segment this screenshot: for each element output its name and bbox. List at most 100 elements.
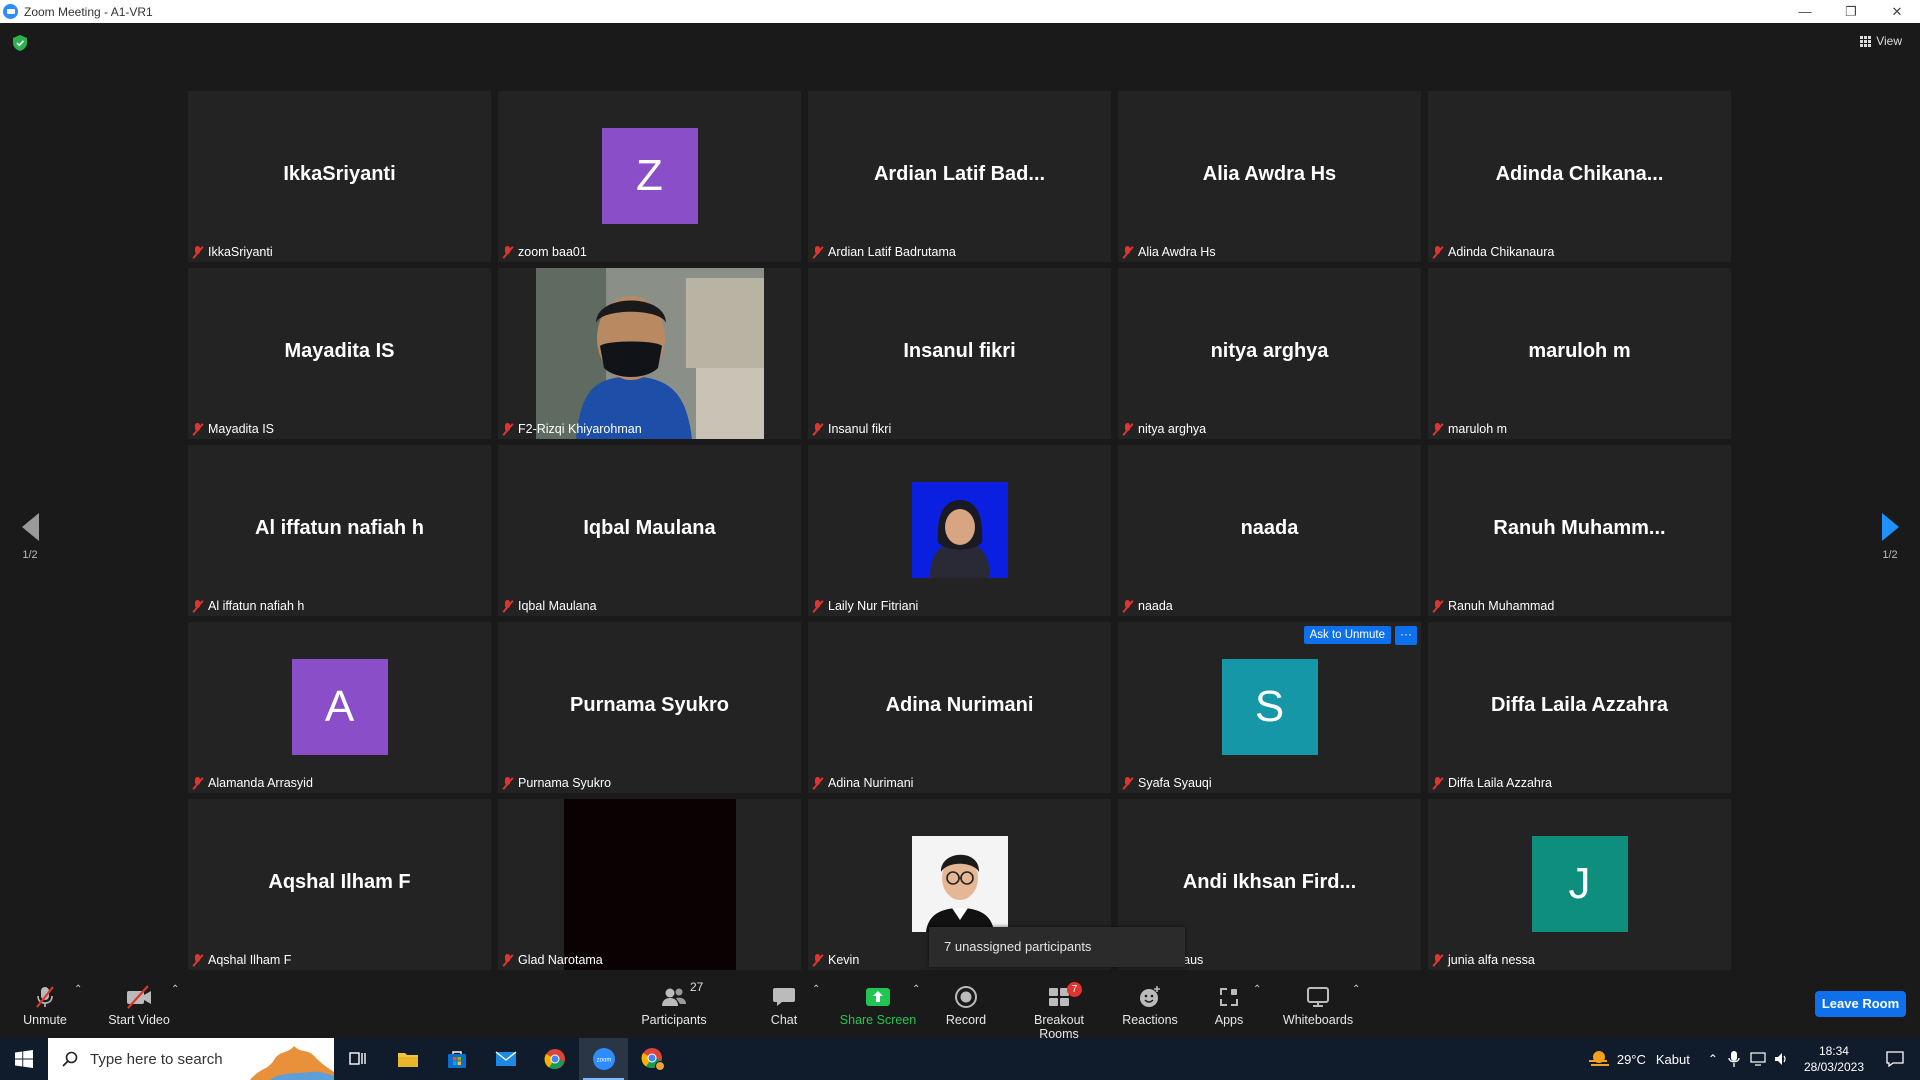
mail-button[interactable] xyxy=(481,1038,530,1080)
leave-room-button[interactable]: Leave Room xyxy=(1815,991,1906,1017)
clock[interactable]: 18:34 28/03/2023 xyxy=(1804,1043,1864,1075)
participant-tile[interactable]: Glad Narotama xyxy=(498,799,801,970)
more-options-button[interactable]: ··· xyxy=(1395,626,1417,645)
muted-mic-icon xyxy=(1122,245,1134,259)
participant-tile[interactable]: Diffa Laila Azzahra Diffa Laila Azzahra xyxy=(1428,622,1731,793)
muted-mic-icon xyxy=(812,599,824,613)
record-button[interactable]: Record xyxy=(940,982,992,1027)
share-screen-button[interactable]: Share Screen xyxy=(838,982,918,1027)
participant-display-name: Andi Ikhsan Fird... xyxy=(1182,870,1357,893)
muted-mic-icon xyxy=(502,422,514,436)
participant-tile[interactable]: F2-Rizqi Khiyarohman xyxy=(498,268,801,439)
restore-button[interactable]: ❐ xyxy=(1828,0,1874,23)
chrome-button[interactable] xyxy=(530,1038,579,1080)
apps-options-caret-icon[interactable]: ⌃ xyxy=(1253,984,1261,995)
participant-tile[interactable]: IkkaSriyanti IkkaSriyanti xyxy=(188,91,491,262)
participant-name: Ranuh Muhammad xyxy=(1448,599,1555,613)
participant-name-tag: maruloh m xyxy=(1432,420,1507,438)
participant-name-tag: F2-Rizqi Khiyarohman xyxy=(502,420,642,438)
microphone-icon[interactable] xyxy=(1728,1051,1740,1067)
participant-tile[interactable]: nitya arghya nitya arghya xyxy=(1118,268,1421,439)
show-hidden-icons-icon[interactable]: ⌃ xyxy=(1708,1052,1718,1066)
audio-options-caret-icon[interactable]: ⌃ xyxy=(74,984,82,995)
participants-icon xyxy=(662,988,686,1006)
participant-tile[interactable]: Jjunia alfa nessa xyxy=(1428,799,1731,970)
participant-tile[interactable]: Iqbal Maulana Iqbal Maulana xyxy=(498,445,801,616)
participant-tile[interactable]: maruloh m maruloh m xyxy=(1428,268,1731,439)
participant-display-name: IkkaSriyanti xyxy=(283,162,396,185)
participant-tile[interactable]: Ranuh Muhamm... Ranuh Muhammad xyxy=(1428,445,1731,616)
zoom-taskbar-button[interactable]: zoom xyxy=(579,1038,628,1080)
participant-name: Glad Narotama xyxy=(518,953,603,967)
chat-options-caret-icon[interactable]: ⌃ xyxy=(812,984,820,995)
muted-mic-icon xyxy=(192,422,204,436)
reactions-button[interactable]: Reactions xyxy=(1122,982,1178,1027)
unmute-button[interactable]: Unmute xyxy=(20,982,70,1027)
record-icon xyxy=(955,986,977,1008)
participant-name: Ardian Latif Badrutama xyxy=(828,245,956,259)
start-button[interactable] xyxy=(0,1038,48,1080)
apps-icon xyxy=(1220,988,1238,1006)
muted-mic-icon xyxy=(502,953,514,967)
participant-name: Laily Nur Fitriani xyxy=(828,599,919,613)
participant-name: Kevin xyxy=(828,953,860,967)
search-icon xyxy=(62,1051,78,1067)
close-window-button[interactable]: ✕ xyxy=(1874,0,1920,23)
participant-display-name: naada xyxy=(1240,516,1299,539)
participant-name: Al iffatun nafiah h xyxy=(208,599,305,613)
taskbar-search-box[interactable]: Type here to search xyxy=(48,1038,334,1080)
apps-button[interactable]: Apps xyxy=(1213,982,1245,1027)
file-explorer-button[interactable] xyxy=(383,1038,432,1080)
network-icon[interactable] xyxy=(1750,1052,1766,1066)
participant-tile[interactable]: Purnama Syukro Purnama Syukro xyxy=(498,622,801,793)
view-button[interactable]: View xyxy=(1860,34,1902,48)
chrome-profile-button[interactable] xyxy=(628,1038,677,1080)
encryption-shield-icon[interactable] xyxy=(13,35,27,51)
participant-name-tag: Ranuh Muhammad xyxy=(1432,597,1554,615)
search-placeholder: Type here to search xyxy=(90,1050,223,1068)
participant-tile[interactable]: Insanul fikri Insanul fikri xyxy=(808,268,1111,439)
chat-button[interactable]: Chat xyxy=(764,982,804,1027)
volume-icon[interactable] xyxy=(1774,1052,1790,1066)
minimize-button[interactable]: — xyxy=(1782,0,1828,23)
participant-tile[interactable]: Aqshal Ilham F Aqshal Ilham F xyxy=(188,799,491,970)
participant-name-tag: Adina Nurimani xyxy=(812,774,913,792)
next-page-button[interactable]: 1/2 xyxy=(1878,513,1902,561)
participant-name: IkkaSriyanti xyxy=(208,245,273,259)
participant-tile[interactable]: naada naada xyxy=(1118,445,1421,616)
participants-button[interactable]: 27 Participants xyxy=(638,980,710,1027)
ask-to-unmute-button[interactable]: Ask to Unmute xyxy=(1303,626,1391,644)
participant-name-tag: Diffa Laila Azzahra xyxy=(1432,774,1552,792)
notification-center-icon[interactable] xyxy=(1886,1051,1904,1067)
share-options-caret-icon[interactable]: ⌃ xyxy=(912,984,920,995)
whiteboards-options-caret-icon[interactable]: ⌃ xyxy=(1352,984,1360,995)
participant-display-name: nitya arghya xyxy=(1210,339,1329,362)
participant-gallery: IkkaSriyanti IkkaSriyanti Zzoom baa01 Ardia… xyxy=(188,91,1733,976)
previous-page-button[interactable]: 1/2 xyxy=(18,513,42,561)
participant-tile[interactable]: Alia Awdra Hs Alia Awdra Hs xyxy=(1118,91,1421,262)
participant-name: naada xyxy=(1138,599,1173,613)
page-indicator-left: 1/2 xyxy=(22,549,38,561)
participant-name-tag: Alia Awdra Hs xyxy=(1122,243,1216,261)
start-video-button[interactable]: Start Video xyxy=(104,982,174,1027)
avatar: J xyxy=(1531,836,1628,932)
participant-name: Purnama Syukro xyxy=(518,776,612,790)
participant-tile[interactable]: Ardian Latif Bad... Ardian Latif Badrutam… xyxy=(808,91,1111,262)
participant-display-name: Diffa Laila Azzahra xyxy=(1490,693,1669,716)
participant-tile[interactable]: Adinda Chikana... Adinda Chikanaura xyxy=(1428,91,1731,262)
weather-haze-icon[interactable] xyxy=(1587,1048,1611,1070)
participant-tile[interactable]: Laily Nur Fitriani xyxy=(808,445,1111,616)
breakout-rooms-button[interactable]: 7 Breakout Rooms xyxy=(1013,982,1105,1041)
participant-tile[interactable]: Adina Nurimani Adina Nurimani xyxy=(808,622,1111,793)
whiteboards-button[interactable]: Whiteboards xyxy=(1282,982,1354,1027)
view-label: View xyxy=(1876,34,1902,48)
task-view-button[interactable] xyxy=(334,1038,383,1080)
participant-tile[interactable]: Mayadita IS Mayadita IS xyxy=(188,268,491,439)
microsoft-store-button[interactable] xyxy=(432,1038,481,1080)
participant-tile[interactable]: Zzoom baa01 xyxy=(498,91,801,262)
participant-tile[interactable]: Al iffatun nafiah h Al iffatun nafiah h xyxy=(188,445,491,616)
video-options-caret-icon[interactable]: ⌃ xyxy=(171,984,179,995)
participant-tile[interactable]: S Ask to Unmute ··· Syafa Syauqi xyxy=(1118,622,1421,793)
participant-display-name: Adinda Chikana... xyxy=(1495,162,1664,185)
participant-tile[interactable]: A Alamanda Arrasyid xyxy=(188,622,491,793)
